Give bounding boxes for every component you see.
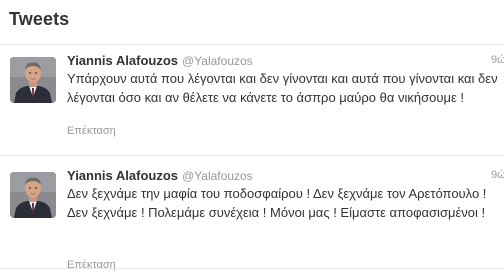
tweet-header: Yiannis Alafouzos @Yalafouzos	[67, 52, 253, 70]
avatar[interactable]	[10, 57, 56, 103]
tweet-text: Δεν ξεχνάμε την μαφία του ποδοσφαίρου ! …	[67, 186, 487, 220]
divider	[0, 268, 504, 269]
tweet-timestamp[interactable]: 9ώ	[491, 169, 504, 181]
expand-link[interactable]: Επέκταση	[67, 125, 116, 137]
timeline-header: Tweets	[0, 0, 504, 44]
tweet-header: Yiannis Alafouzos @Yalafouzos	[67, 167, 253, 185]
author-name[interactable]: Yiannis Alafouzos	[67, 168, 178, 183]
author-handle[interactable]: @Yalafouzos	[182, 169, 253, 183]
expand-link[interactable]: Επέκταση	[67, 259, 116, 271]
tweet-item[interactable]: Yiannis Alafouzos @Yalafouzos 9ώ Δεν ξεχν…	[0, 160, 504, 271]
avatar[interactable]	[10, 172, 56, 218]
tweet-item[interactable]: Yiannis Alafouzos @Yalafouzos 9ώ Υπάρχουν…	[0, 45, 504, 153]
author-handle[interactable]: @Yalafouzos	[182, 54, 253, 68]
divider	[0, 155, 504, 156]
avatar-image	[10, 172, 56, 218]
tweet-timestamp[interactable]: 9ώ	[491, 54, 504, 66]
avatar-image	[10, 57, 56, 103]
author-name[interactable]: Yiannis Alafouzos	[67, 53, 178, 68]
tweet-text: Υπάρχουν αυτά που λέγονται και δεν γίνον…	[67, 71, 498, 105]
tweets-timeline: Tweets Yiannis Alafouzos @Yalafouzos 9ώ	[0, 0, 504, 272]
page-title: Tweets	[9, 9, 70, 29]
